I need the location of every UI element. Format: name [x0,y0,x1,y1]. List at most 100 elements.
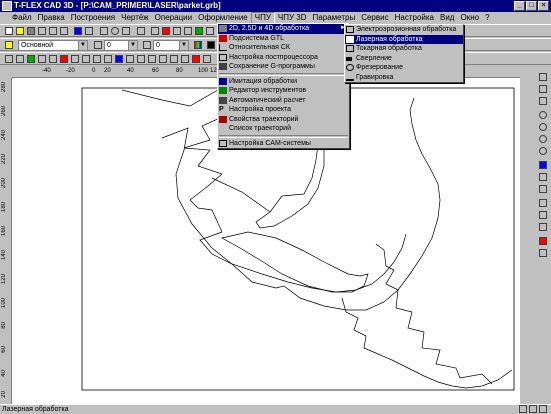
menu-service[interactable]: Сервис [358,12,391,24]
graphic-line-icon[interactable] [150,26,160,36]
save-icon[interactable] [26,26,36,36]
menu-item-trajectory-props[interactable]: Свойства траекторий [218,115,349,125]
fragment-icon[interactable] [205,26,215,36]
cmd19-icon[interactable] [202,54,212,64]
text-icon[interactable] [172,26,182,36]
brush-icon[interactable] [538,248,549,259]
cmd13-icon[interactable] [136,54,146,64]
ruler-tick: -20 [66,68,75,74]
menu-help[interactable]: ? [482,12,492,24]
level-icon[interactable] [93,40,103,50]
new-file-icon[interactable] [4,26,14,36]
cmd3-icon[interactable] [26,54,36,64]
ruler-tick: 20 [1,391,7,398]
layer-combo[interactable]: Основной ▼ [18,40,88,51]
menu-settings[interactable]: Настройка [392,12,437,24]
menu-item-cam-settings[interactable]: Настройка САМ-системы [218,139,349,149]
ruler-tick: -40 [42,68,51,74]
menu-construct[interactable]: Построения [68,12,118,24]
node-tool-icon[interactable] [121,26,131,36]
copy-icon[interactable] [538,222,549,233]
submenu-item-drilling[interactable]: Сверление [345,54,463,64]
zoom-previous-icon[interactable] [538,146,549,157]
menu-drawing[interactable]: Чертёж [118,12,152,24]
cmd9-icon[interactable] [92,54,102,64]
color-swatch-icon[interactable] [206,40,216,50]
submenu-item-milling[interactable]: Фрезерование [345,63,463,73]
cmd8-icon[interactable] [81,54,91,64]
layers-icon[interactable] [4,40,14,50]
menu-item-tool-editor[interactable]: Редактор инструментов [218,86,349,96]
cmd16-icon[interactable] [169,54,179,64]
cmd7-icon[interactable] [70,54,80,64]
menu-view[interactable]: Вид [437,12,457,24]
color-palette-icon[interactable] [193,40,203,50]
cup-icon[interactable] [538,236,549,247]
menu-item-project-settings[interactable]: P Настройка проекта [218,105,349,115]
save-all-icon[interactable] [37,26,47,36]
cmd12-icon[interactable] [125,54,135,64]
snap-icon[interactable] [136,26,146,36]
status-icon-3 [539,405,547,413]
submenu-item-engraving[interactable]: Гравировка [345,73,463,83]
zoom-out-icon[interactable] [538,134,549,145]
zoom-in-icon[interactable] [538,122,549,133]
cmd10-icon[interactable] [103,54,113,64]
menu-item-auto-calc[interactable]: Автоматический расчет [218,96,349,106]
priority-combo[interactable]: 0 ▼ [153,40,189,51]
dimension-icon[interactable] [183,26,193,36]
magnifier-icon[interactable] [538,110,549,121]
status-bar: Лазерная обработка [0,404,551,414]
menu-item-simulation[interactable]: Имитация обработки [218,77,349,87]
submenu-item-edm[interactable]: Электроэрозионная обработка [345,25,463,35]
hatch-icon[interactable] [161,26,171,36]
zoom-page-icon[interactable] [538,96,549,107]
maximize-button[interactable]: □ [526,1,537,11]
width-combo[interactable]: 0 ▼ [104,40,138,51]
circle-tool-icon[interactable] [110,26,120,36]
submenu-item-turning[interactable]: Токарная обработка [345,44,463,54]
menu-file[interactable]: Файл [2,12,35,24]
ruler-tick: 160 [1,226,7,237]
submenu-item-laser[interactable]: Лазерная обработка [345,34,463,44]
app-icon[interactable] [2,1,12,11]
print-icon[interactable] [59,26,69,36]
menu-item-postprocessor[interactable]: Настройка постпроцессора [218,53,349,63]
cmd1-icon[interactable] [4,54,14,64]
milling-icon [346,64,354,71]
cmd5-icon[interactable] [48,54,58,64]
minimize-button[interactable]: _ [514,1,525,11]
cmd2-icon[interactable] [15,54,25,64]
cmd15-icon[interactable] [158,54,168,64]
menu-item-save-gprogram[interactable]: Сохранение G-программы [218,62,349,72]
menu-item-relative-cs[interactable]: Относительная СК [218,43,349,53]
layers-panel-icon[interactable] [538,210,549,221]
cmd6-icon[interactable] [59,54,69,64]
line-tool-icon[interactable] [99,26,109,36]
open-file-icon[interactable] [15,26,25,36]
cmd11-icon[interactable] [114,54,124,64]
picture-icon[interactable] [194,26,204,36]
cmd18-icon[interactable] [191,54,201,64]
close-button[interactable]: × [538,1,549,11]
zoom-window-icon[interactable] [538,72,549,83]
zoom-extents-icon[interactable] [538,84,549,95]
pan-icon[interactable] [538,172,549,183]
vertical-scrollbar[interactable] [520,66,536,404]
menu-item-trajectory-list[interactable]: Список траекторий [218,124,349,134]
menu-item-2d-processing[interactable]: 2D, 2.5D и 4D обработка► [218,24,349,34]
plot-icon[interactable] [73,26,83,36]
menu-edit[interactable]: Правка [35,12,68,24]
menu-operations[interactable]: Операции [152,12,195,24]
export-icon[interactable] [84,26,94,36]
menu-item-gtl[interactable]: Подсистема GTL [218,34,349,44]
cmd4-icon[interactable] [37,54,47,64]
cmd14-icon[interactable] [147,54,157,64]
cmd17-icon[interactable] [180,54,190,64]
priority-icon[interactable] [142,40,152,50]
redraw-icon[interactable] [538,160,549,171]
grid-icon[interactable] [538,184,549,195]
properties-icon[interactable] [538,198,549,209]
menu-window[interactable]: Окно [457,12,482,24]
import-icon[interactable] [48,26,58,36]
